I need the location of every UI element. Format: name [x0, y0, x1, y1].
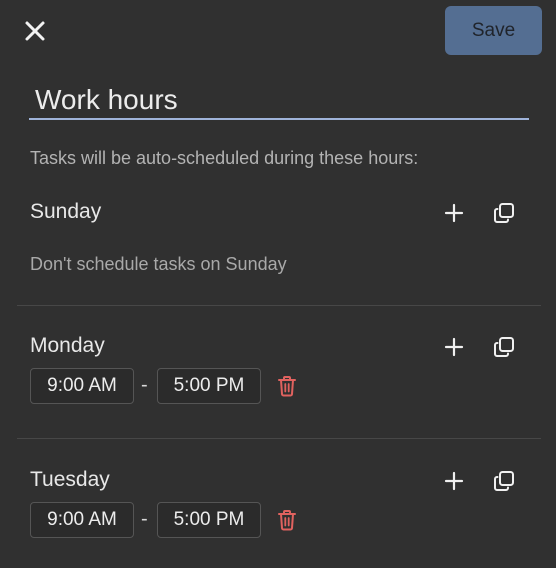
close-icon	[25, 21, 45, 41]
divider	[17, 438, 541, 439]
plus-icon	[444, 203, 464, 223]
subtitle-text: Tasks will be auto-scheduled during thes…	[30, 148, 419, 168]
trash-icon	[278, 376, 296, 397]
work-hours-panel: Save Tasks will be auto-scheduled during…	[0, 0, 556, 568]
day-name: Tuesday	[30, 468, 110, 491]
day-name: Sunday	[30, 200, 102, 223]
time-separator: -	[141, 374, 148, 396]
delete-hours-button[interactable]	[275, 374, 299, 398]
copy-icon	[494, 203, 514, 223]
copy-hours-button[interactable]	[491, 334, 517, 360]
end-time-field[interactable]: 5:00 PM	[157, 368, 261, 404]
copy-icon	[494, 471, 514, 491]
divider	[17, 305, 541, 306]
plus-icon	[444, 337, 464, 357]
add-hours-button[interactable]	[441, 200, 467, 226]
day-name: Monday	[30, 334, 105, 357]
no-hours-note: Don't schedule tasks on Sunday	[30, 254, 287, 274]
trash-icon	[278, 510, 296, 531]
copy-icon	[494, 337, 514, 357]
copy-hours-button[interactable]	[491, 200, 517, 226]
delete-hours-button[interactable]	[275, 508, 299, 532]
plus-icon	[444, 471, 464, 491]
start-time-field[interactable]: 9:00 AM	[30, 502, 134, 538]
start-time-field[interactable]: 9:00 AM	[30, 368, 134, 404]
add-hours-button[interactable]	[441, 334, 467, 360]
add-hours-button[interactable]	[441, 468, 467, 494]
end-time-field[interactable]: 5:00 PM	[157, 502, 261, 538]
title-input[interactable]	[29, 82, 529, 120]
close-button[interactable]	[20, 16, 50, 46]
time-separator: -	[141, 508, 148, 530]
copy-hours-button[interactable]	[491, 468, 517, 494]
save-button[interactable]: Save	[445, 6, 542, 55]
